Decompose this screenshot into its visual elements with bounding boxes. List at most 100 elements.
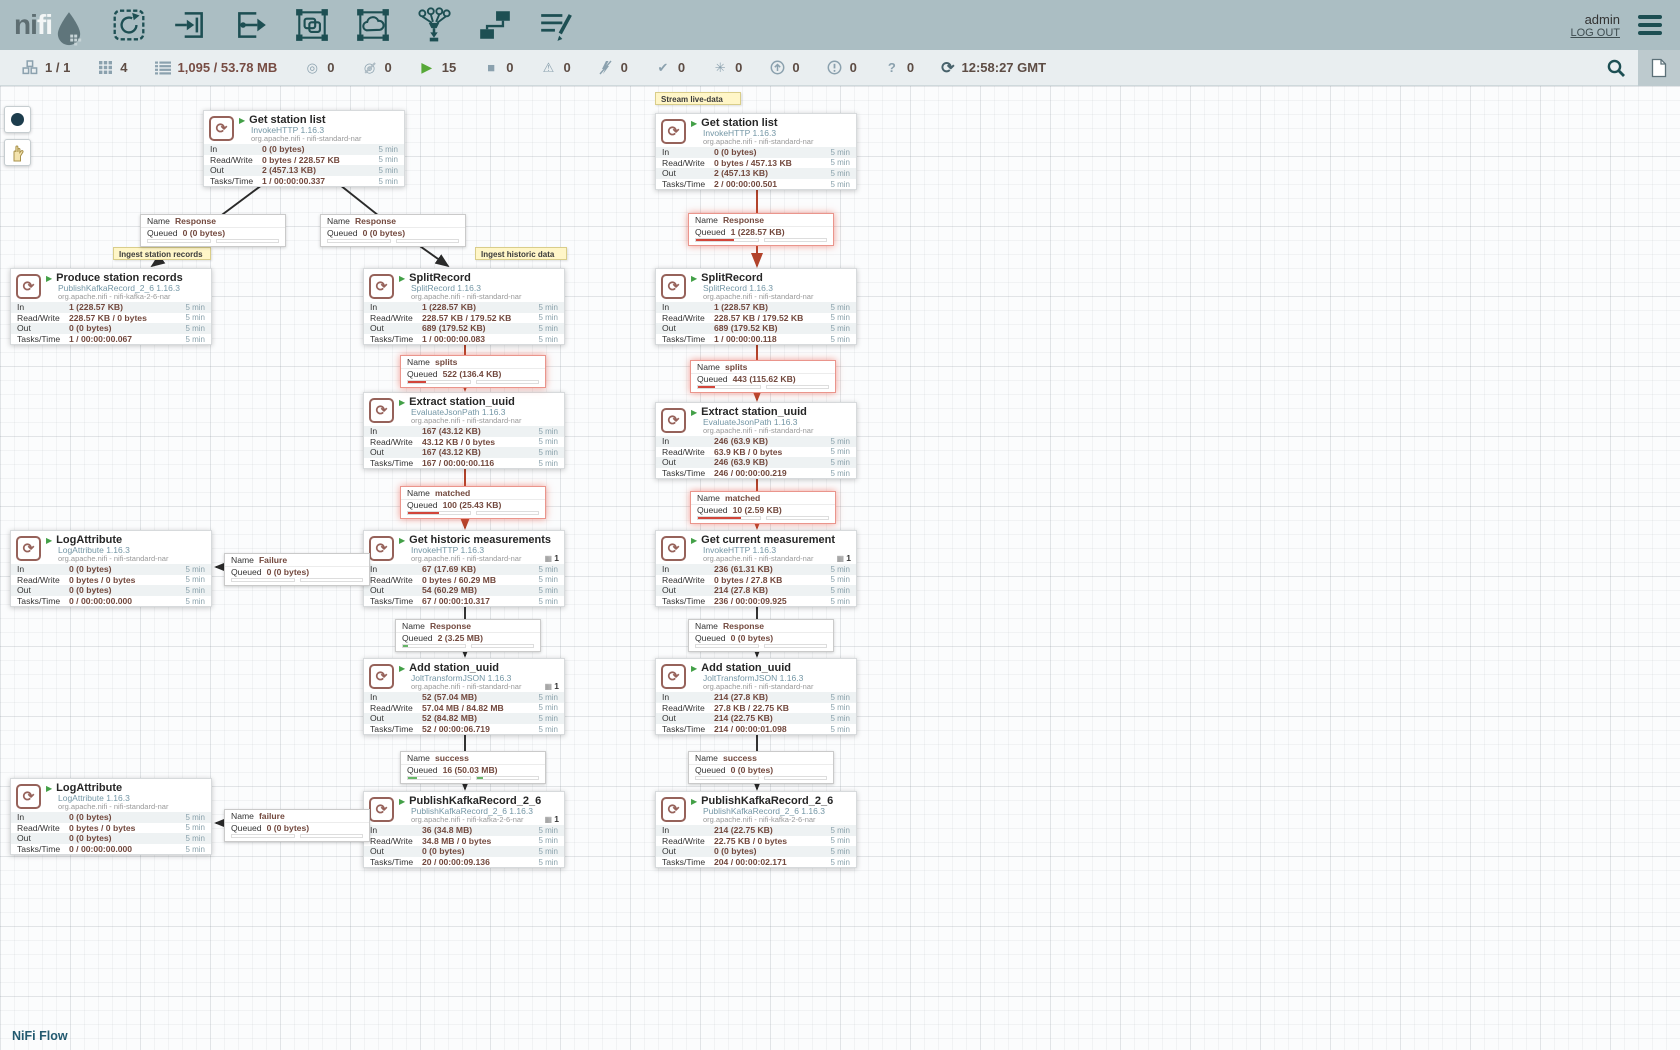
- processor-node[interactable]: ⟳ ▶Get historic measurements InvokeHTTP …: [363, 530, 565, 607]
- connection-label[interactable]: NameResponse Queued0 (0 bytes): [320, 214, 466, 247]
- queue-size-bar: [216, 239, 280, 243]
- processor-node[interactable]: ⟳ ▶LogAttribute LogAttribute 1.16.3 org.…: [10, 778, 212, 855]
- active-threads-status: 4: [97, 60, 127, 76]
- processor-icon[interactable]: [110, 6, 148, 44]
- processor-icon: ⟳: [661, 536, 686, 561]
- processor-icon: ⟳: [16, 274, 41, 299]
- hand-icon: [9, 144, 26, 162]
- sync-failure-status: ? 0: [884, 60, 914, 76]
- breadcrumb[interactable]: NiFi Flow: [12, 1029, 68, 1043]
- queue-size-bar: [766, 516, 830, 520]
- logout-link[interactable]: LOG OUT: [1570, 27, 1620, 39]
- processor-node[interactable]: ⟳ ▶LogAttribute LogAttribute 1.16.3 org.…: [10, 530, 212, 607]
- processor-icon: ⟳: [661, 408, 686, 433]
- remote-process-group-icon[interactable]: [354, 6, 392, 44]
- run-status-icon: ▶: [691, 665, 697, 673]
- label-text: Ingest station records: [119, 250, 203, 259]
- transmitting-icon: ◎: [304, 60, 320, 76]
- search-button[interactable]: [1594, 50, 1638, 86]
- canvas-label[interactable]: Ingest historic data: [475, 247, 567, 260]
- processor-node[interactable]: ⟳ ▶Produce station records PublishKafkaR…: [10, 268, 212, 345]
- queued-status: 1,095 / 53.78 MB: [155, 60, 278, 76]
- processor-node[interactable]: ⟳ ▶Extract station_uuid EvaluateJsonPath…: [655, 402, 857, 479]
- asterisk-icon: ✳: [712, 60, 728, 76]
- input-port-icon[interactable]: [171, 6, 209, 44]
- processor-node[interactable]: ⟳ ▶Add station_uuid JoltTransformJSON 1.…: [655, 658, 857, 735]
- flow-settings-button[interactable]: [1638, 50, 1680, 86]
- disabled-status: 0: [598, 60, 628, 76]
- run-status-icon: ▶: [399, 399, 405, 407]
- queue-count-bar: [147, 239, 211, 243]
- warning-triangle-icon: ⚠: [540, 60, 556, 76]
- connection-label[interactable]: Namematched Queued100 (25.43 KB): [400, 486, 546, 519]
- output-port-icon[interactable]: [232, 6, 270, 44]
- processor-node[interactable]: ⟳ ▶Get current measurement InvokeHTTP 1.…: [655, 530, 857, 607]
- component-toolbar: [110, 6, 575, 44]
- last-refresh[interactable]: ⟳ 12:58:27 GMT: [941, 58, 1046, 78]
- processor-node[interactable]: ⟳ ▶PublishKafkaRecord_2_6 PublishKafkaRe…: [655, 791, 857, 868]
- operate-palette-button[interactable]: [4, 139, 31, 166]
- connection-label[interactable]: Namesplits Queued522 (136.4 KB): [400, 355, 546, 388]
- queue-size-bar: [471, 644, 535, 648]
- active-threads-badge: ▦ 1: [544, 553, 559, 563]
- global-menu-icon[interactable]: [1634, 11, 1666, 39]
- queue-size-bar: [764, 238, 828, 242]
- funnel-icon[interactable]: [415, 6, 453, 44]
- connection-label[interactable]: NameResponse Queued2 (3.25 MB): [395, 619, 541, 652]
- active-threads-badge: ▦ 1: [544, 814, 559, 824]
- processor-bundle: org.apache.nifi - nifi-kafka-2-6-nar: [411, 816, 560, 824]
- canvas-label[interactable]: Ingest station records: [113, 247, 211, 260]
- processor-node[interactable]: ⟳ ▶Get station list InvokeHTTP 1.16.3 or…: [655, 113, 857, 190]
- queue-count-bar: [695, 238, 759, 242]
- queue-size-bar: [764, 644, 828, 648]
- queue-count-bar: [231, 834, 295, 838]
- running-status: ▶ 15: [419, 60, 456, 76]
- process-group-icon[interactable]: [293, 6, 331, 44]
- refresh-icon[interactable]: ⟳: [941, 58, 954, 78]
- processor-node[interactable]: ⟳ ▶Get station list InvokeHTTP 1.16.3 or…: [203, 110, 405, 187]
- locally-modified-and-stale-status: 0: [827, 60, 857, 76]
- play-icon: ▶: [419, 60, 435, 76]
- check-icon: ✔: [655, 60, 671, 76]
- connection-label[interactable]: Namematched Queued10 (2.59 KB): [690, 491, 836, 524]
- logo-text-ni: ni: [14, 9, 37, 40]
- processor-icon: ⟳: [369, 274, 394, 299]
- flow-canvas[interactable]: Stream live-data Ingest station records …: [0, 86, 1680, 1050]
- connected-nodes-status: 1 / 1: [22, 60, 70, 76]
- connection-label[interactable]: NameResponse Queued0 (0 bytes): [688, 619, 834, 652]
- processor-node[interactable]: ⟳ ▶SplitRecord SplitRecord 1.16.3 org.ap…: [363, 268, 565, 345]
- nifi-logo: nifi: [14, 3, 84, 47]
- connection-label[interactable]: Namesplits Queued443 (115.62 KB): [690, 360, 836, 393]
- processor-node[interactable]: ⟳ ▶Extract station_uuid EvaluateJsonPath…: [363, 392, 565, 469]
- processor-bundle: org.apache.nifi - nifi-kafka-2-6-nar: [703, 816, 852, 824]
- processor-node[interactable]: ⟳ ▶SplitRecord SplitRecord 1.16.3 org.ap…: [655, 268, 857, 345]
- processor-bundle: org.apache.nifi - nifi-standard-nar: [703, 293, 852, 301]
- connection-label[interactable]: Namesuccess Queued0 (0 bytes): [688, 751, 834, 784]
- connection-label[interactable]: NameFailure Queued0 (0 bytes): [224, 553, 370, 586]
- label-icon[interactable]: [537, 6, 575, 44]
- processor-bundle: org.apache.nifi - nifi-standard-nar: [58, 555, 207, 563]
- processor-node[interactable]: ⟳ ▶Add station_uuid JoltTransformJSON 1.…: [363, 658, 565, 735]
- current-user: admin: [1570, 12, 1620, 27]
- stopped-status: ■ 0: [483, 60, 513, 76]
- connection-label[interactable]: Namefailure Queued0 (0 bytes): [224, 809, 370, 842]
- processor-icon: ⟳: [661, 119, 686, 144]
- template-icon[interactable]: [476, 6, 514, 44]
- label-text: Stream live-data: [661, 95, 723, 104]
- run-status-icon: ▶: [399, 275, 405, 283]
- processor-node[interactable]: ⟳ ▶PublishKafkaRecord_2_6 PublishKafkaRe…: [363, 791, 565, 868]
- logo-text-fi: fi: [37, 9, 52, 40]
- connection-label[interactable]: NameResponse Queued0 (0 bytes): [140, 214, 286, 247]
- canvas-label[interactable]: Stream live-data: [655, 92, 741, 105]
- processor-bundle: org.apache.nifi - nifi-standard-nar: [703, 138, 852, 146]
- stop-icon: ■: [483, 60, 499, 76]
- queue-count-bar: [402, 644, 466, 648]
- processor-icon: ⟳: [369, 664, 394, 689]
- connection-label[interactable]: Namesuccess Queued16 (50.03 MB): [400, 751, 546, 784]
- run-status-icon: ▶: [691, 798, 697, 806]
- connection-label[interactable]: NameResponse Queued1 (228.57 KB): [688, 213, 834, 246]
- processor-bundle: org.apache.nifi - nifi-standard-nar: [411, 555, 560, 563]
- navigate-palette-button[interactable]: [4, 106, 31, 133]
- processor-icon: ⟳: [661, 274, 686, 299]
- run-status-icon: ▶: [691, 409, 697, 417]
